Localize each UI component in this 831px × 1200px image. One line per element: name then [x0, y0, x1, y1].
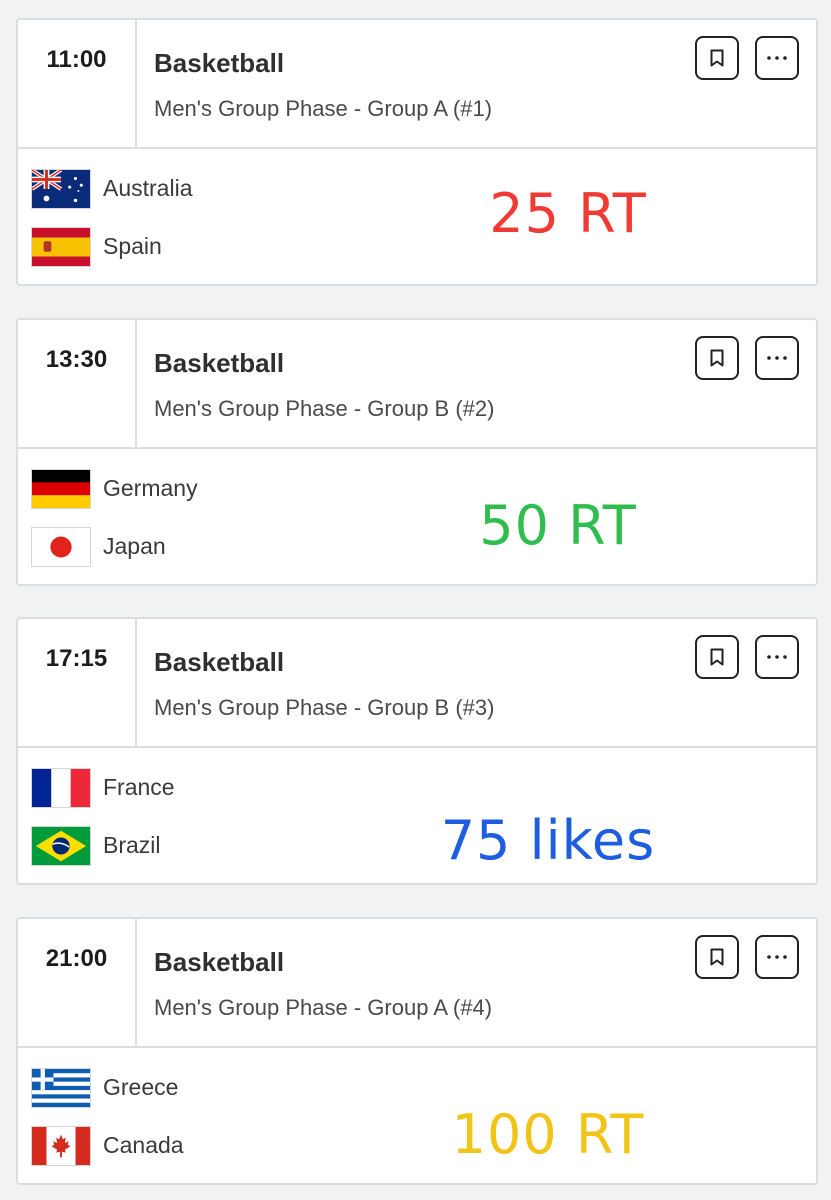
- brazil-flag-icon: [31, 826, 91, 866]
- canada-flag-icon: [31, 1126, 91, 1166]
- time-column: 21:00: [18, 919, 137, 1046]
- bookmark-button[interactable]: [695, 336, 739, 380]
- germany-flag-icon: [31, 469, 91, 509]
- more-options-button[interactable]: [755, 36, 799, 80]
- event-card[interactable]: 17:15 Basketball Men's Group Phase - Gro…: [16, 617, 818, 885]
- team-name: Japan: [103, 533, 166, 559]
- australia-flag-icon: [31, 169, 91, 209]
- more-options-button[interactable]: [755, 336, 799, 380]
- spain-flag-icon: [31, 227, 91, 267]
- sport-title: Basketball: [154, 647, 285, 677]
- event-phase: Men's Group Phase - Group B (#3): [154, 695, 495, 720]
- event-card[interactable]: 13:30 Basketball Men's Group Phase - Gro…: [16, 318, 818, 586]
- team-name: Australia: [103, 175, 193, 201]
- event-card[interactable]: 11:00 Basketball Men's Group Phase - Gro…: [16, 18, 818, 286]
- time-column: 13:30: [18, 320, 137, 447]
- bookmark-button[interactable]: [695, 935, 739, 979]
- more-options-icon: [767, 356, 787, 360]
- japan-flag-icon: [31, 527, 91, 567]
- bookmark-icon: [710, 349, 724, 367]
- france-flag-icon: [31, 768, 91, 808]
- bookmark-button[interactable]: [695, 36, 739, 80]
- event-time: 13:30: [45, 346, 108, 373]
- event-header: 21:00 Basketball Men's Group Phase - Gro…: [18, 919, 816, 1048]
- retweet-goal-overlay: 25 RT: [489, 182, 647, 245]
- team-name: Greece: [103, 1074, 179, 1100]
- sport-title: Basketball: [154, 48, 285, 78]
- more-options-button[interactable]: [755, 635, 799, 679]
- bookmark-button[interactable]: [695, 635, 739, 679]
- more-options-icon: [767, 955, 787, 959]
- event-header: 11:00 Basketball Men's Group Phase - Gro…: [18, 20, 816, 149]
- retweet-goal-overlay: 100 RT: [451, 1103, 645, 1166]
- likes-goal-overlay: 75 likes: [440, 809, 656, 872]
- greece-flag-icon: [31, 1068, 91, 1108]
- event-time: 21:00: [45, 945, 108, 972]
- team-name: Brazil: [103, 832, 161, 858]
- more-options-icon: [767, 56, 787, 60]
- bookmark-icon: [710, 948, 724, 966]
- team-name: Germany: [103, 475, 198, 501]
- event-header: 13:30 Basketball Men's Group Phase - Gro…: [18, 320, 816, 449]
- sport-title: Basketball: [154, 348, 285, 378]
- event-time: 17:15: [45, 645, 108, 672]
- team-name: France: [103, 774, 175, 800]
- time-column: 17:15: [18, 619, 137, 746]
- team-name: Canada: [103, 1132, 184, 1158]
- event-phase: Men's Group Phase - Group B (#2): [154, 396, 495, 421]
- event-phase: Men's Group Phase - Group A (#4): [154, 995, 493, 1020]
- more-options-button[interactable]: [755, 935, 799, 979]
- event-card[interactable]: 21:00 Basketball Men's Group Phase - Gro…: [16, 917, 818, 1185]
- retweet-goal-overlay: 50 RT: [479, 494, 637, 557]
- bookmark-icon: [710, 49, 724, 67]
- event-phase: Men's Group Phase - Group A (#1): [154, 96, 493, 121]
- bookmark-icon: [710, 648, 724, 666]
- event-time: 11:00: [46, 46, 107, 73]
- sport-title: Basketball: [154, 947, 285, 977]
- event-header: 17:15 Basketball Men's Group Phase - Gro…: [18, 619, 816, 748]
- time-column: 11:00: [18, 20, 137, 147]
- more-options-icon: [767, 655, 787, 659]
- team-name: Spain: [103, 233, 162, 259]
